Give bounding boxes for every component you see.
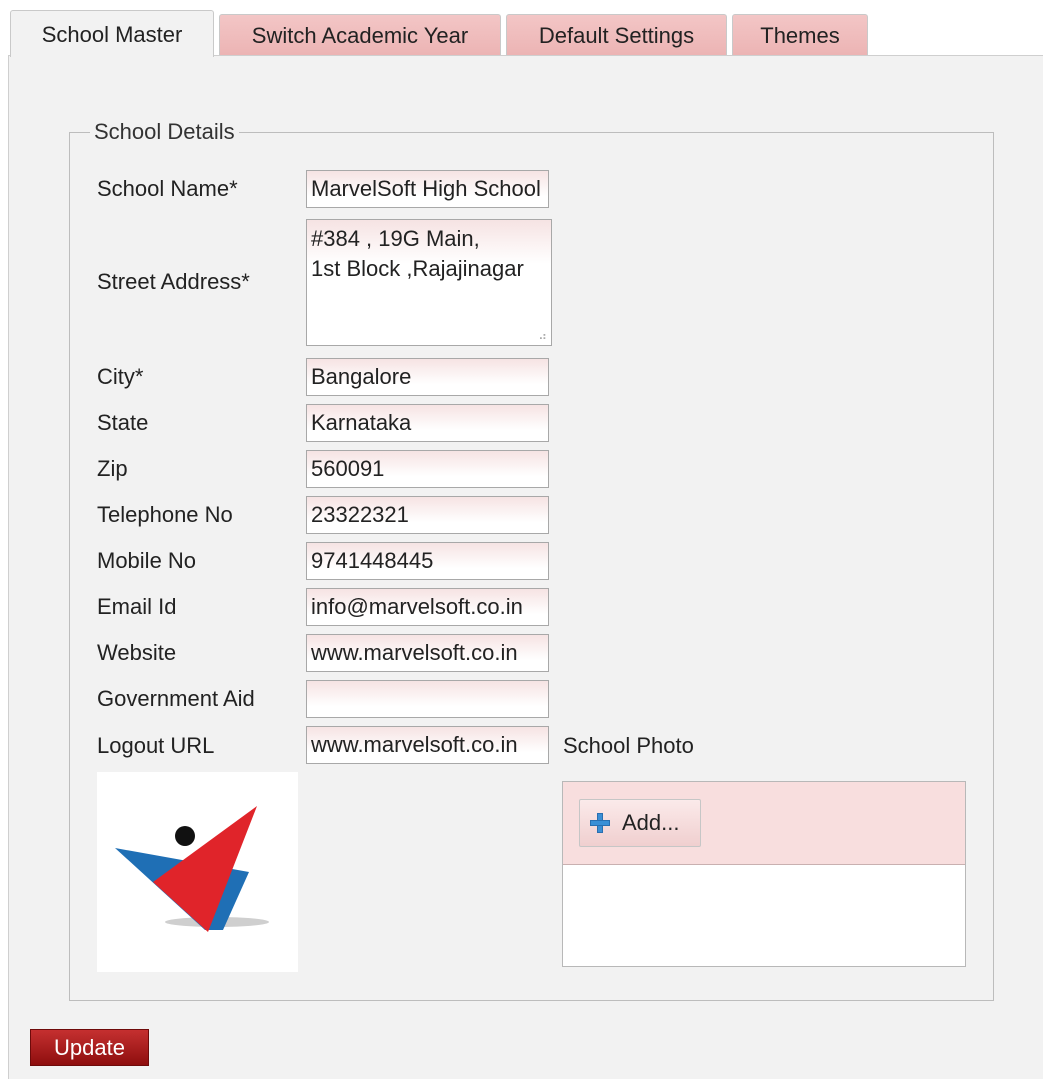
street-address-line-2: 1st Block ,Rajajinagar [311, 256, 524, 281]
resize-grip-icon[interactable]: ⠴ [538, 330, 547, 342]
city-input[interactable]: Bangalore [306, 358, 549, 396]
plus-icon [590, 813, 610, 833]
city-label: City* [97, 364, 144, 389]
school-name-input[interactable]: MarvelSoft High School [306, 170, 549, 208]
email-label: Email Id [97, 594, 177, 619]
tab-themes[interactable]: Themes [732, 14, 868, 55]
update-button[interactable]: Update [30, 1029, 149, 1066]
logo-image [115, 806, 269, 932]
telephone-input[interactable]: 23322321 [306, 496, 549, 534]
mobile-label: Mobile No [97, 548, 197, 573]
mobile-input[interactable]: 9741448445 [306, 542, 549, 580]
street-address-label: Street Address* [97, 269, 250, 294]
add-photo-button[interactable]: Add... [579, 799, 701, 847]
logout-url-label: Logout URL [97, 733, 215, 758]
zip-label: Zip [97, 456, 128, 481]
tab-school-master[interactable]: School Master [10, 10, 214, 57]
photo-uploader: Add... [562, 781, 966, 967]
logout-url-input[interactable]: www.marvelsoft.co.in [306, 726, 549, 764]
government-aid-label: Government Aid [97, 686, 255, 711]
government-aid-input[interactable] [306, 680, 549, 718]
uploader-toolbar: Add... [563, 782, 965, 865]
school-name-label: School Name* [97, 176, 238, 201]
school-photo-label: School Photo [563, 733, 694, 758]
state-label: State [97, 410, 149, 435]
tab-switch-academic-year[interactable]: Switch Academic Year [219, 14, 501, 55]
tab-default-settings[interactable]: Default Settings [506, 14, 727, 55]
street-address-input[interactable]: #384 , 19G Main, 1st Block ,Rajajinagar … [306, 219, 552, 346]
website-label: Website [97, 640, 177, 665]
add-photo-label: Add... [622, 810, 680, 835]
tab-panel: School Details School Name* MarvelSoft H… [8, 55, 1043, 1079]
state-input[interactable]: Karnataka [306, 404, 549, 442]
telephone-label: Telephone No [97, 502, 233, 527]
section-title: School Details [94, 119, 235, 144]
school-logo [97, 772, 298, 972]
zip-input[interactable]: 560091 [306, 450, 549, 488]
email-input[interactable]: info@marvelsoft.co.in [306, 588, 549, 626]
street-address-line-1: #384 , 19G Main, [311, 226, 480, 251]
website-input[interactable]: www.marvelsoft.co.in [306, 634, 549, 672]
